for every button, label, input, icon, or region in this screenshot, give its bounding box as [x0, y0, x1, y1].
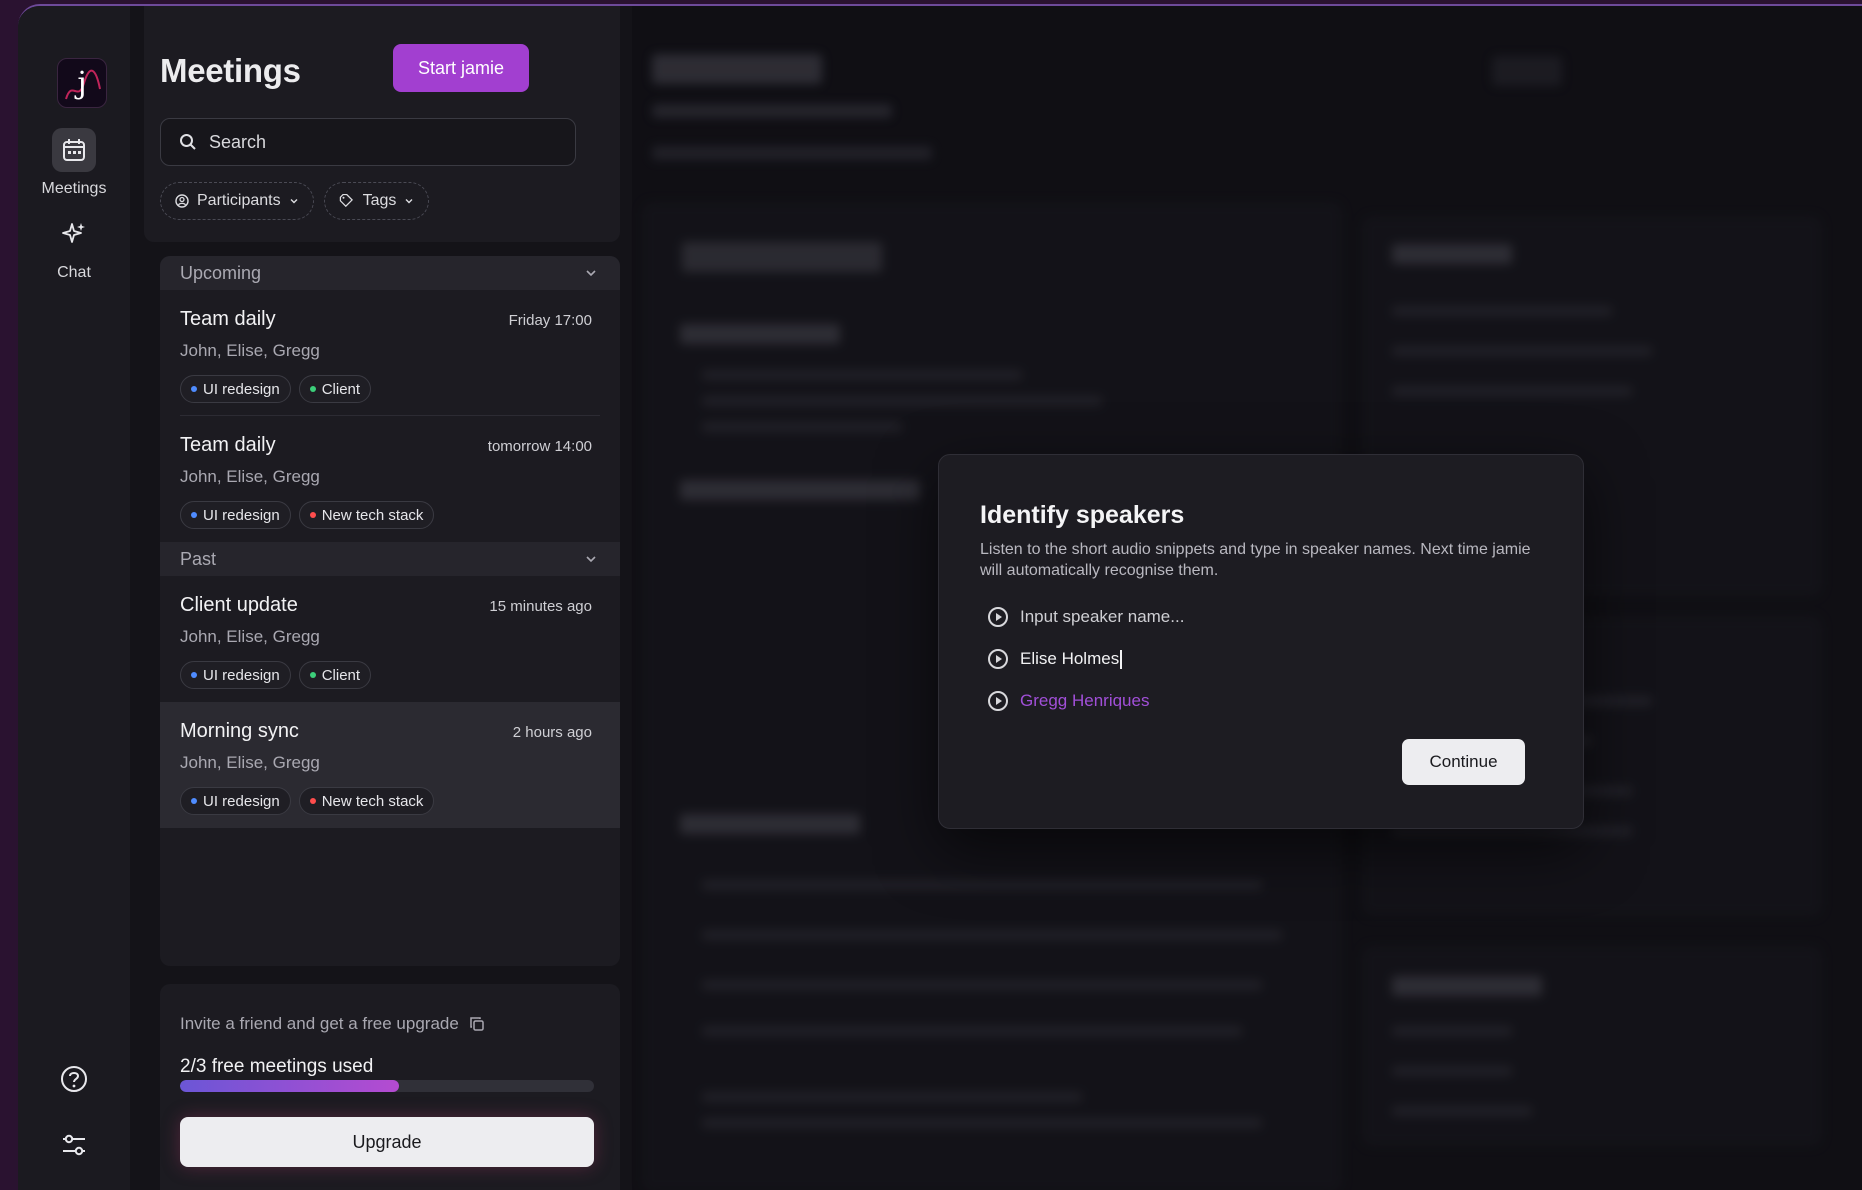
meeting-participants: John, Elise, Gregg [180, 341, 320, 360]
dialog-title: Identify speakers [980, 501, 1185, 529]
meeting-time: 2 hours ago [512, 724, 592, 741]
speaker-row: Gregg Henriques [988, 691, 1149, 711]
speaker-name-input[interactable]: Input speaker name... [1020, 607, 1184, 627]
page-title: Meetings [160, 52, 301, 89]
meeting-time: Friday 17:00 [508, 312, 592, 329]
meeting-participants: John, Elise, Gregg [180, 627, 320, 646]
meetings-panel-header: Meetings Start jamie Search Participants… [144, 6, 620, 242]
chevron-down-icon [586, 556, 596, 563]
search-input[interactable]: Search [160, 118, 576, 166]
invite-link[interactable]: Invite a friend and get a free upgrade [180, 1014, 485, 1034]
tag-label: New tech stack [321, 506, 424, 524]
section-label: Past [180, 548, 217, 569]
section-header-past[interactable]: Past [160, 542, 620, 576]
usage-progress-bar [180, 1080, 594, 1092]
speaker-name-input[interactable]: Elise Holmes [1020, 649, 1123, 670]
upgrade-card: Invite a friend and get a free upgrade 2… [160, 984, 620, 1190]
participants-filter[interactable]: Participants [160, 182, 314, 220]
tag-label: UI redesign [203, 666, 280, 684]
usage-text: 2/3 free meetings used [180, 1056, 374, 1077]
copy-icon [470, 1017, 484, 1031]
tag-badge[interactable]: Client [298, 661, 372, 689]
filter-bar: Participants Tags [160, 182, 430, 220]
tag-icon [339, 194, 353, 208]
tag-badge[interactable]: UI redesign [180, 661, 291, 689]
play-icon[interactable] [988, 607, 1008, 627]
invite-text: Invite a friend and get a free upgrade [180, 1014, 459, 1033]
chevron-down-icon [405, 199, 413, 204]
left-rail: j Meetings Chat [18, 6, 130, 1190]
settings-button[interactable] [18, 1130, 130, 1160]
meeting-item[interactable]: Client update 15 minutes ago John, Elise… [160, 576, 620, 702]
speaker-name-input[interactable]: Gregg Henriques [1020, 691, 1149, 711]
rail-item-chat[interactable]: Chat [18, 212, 130, 282]
play-icon[interactable] [988, 691, 1008, 711]
meeting-participants: John, Elise, Gregg [180, 467, 320, 486]
start-jamie-button[interactable]: Start jamie [393, 44, 529, 92]
meeting-time: 15 minutes ago [489, 598, 592, 615]
tag-badge[interactable]: New tech stack [298, 501, 435, 529]
sparkle-icon [52, 212, 96, 256]
tag-label: UI redesign [203, 792, 280, 810]
tag-badge[interactable]: UI redesign [180, 787, 291, 815]
chevron-down-icon [586, 270, 596, 277]
tag-dot [191, 512, 197, 518]
identify-speakers-dialog: Identify speakers Listen to the short au… [938, 454, 1584, 829]
logo-letter: j [77, 65, 87, 101]
tag-badge[interactable]: UI redesign [180, 501, 291, 529]
filter-label: Tags [362, 192, 397, 209]
speaker-row: Input speaker name... [988, 607, 1184, 627]
tag-label: UI redesign [203, 506, 280, 524]
tag-dot [191, 672, 197, 678]
person-circle-icon [175, 194, 189, 208]
section-label: Upcoming [180, 262, 262, 283]
speaker-name-value: Elise Holmes [1020, 649, 1120, 668]
help-icon [61, 1066, 87, 1092]
search-placeholder: Search [209, 131, 267, 152]
meeting-item-selected[interactable]: Morning sync 2 hours ago John, Elise, Gr… [160, 702, 620, 828]
continue-button[interactable]: Continue [1402, 739, 1525, 785]
meeting-time: tomorrow 14:00 [487, 438, 592, 455]
play-icon[interactable] [988, 649, 1008, 669]
chevron-down-icon [290, 199, 298, 204]
calendar-icon [52, 128, 96, 172]
tag-label: Client [321, 380, 361, 398]
rail-item-meetings[interactable]: Meetings [18, 128, 130, 198]
search-icon [180, 134, 196, 150]
tag-dot [309, 386, 316, 392]
tag-dot [309, 512, 316, 518]
tag-badge[interactable]: UI redesign [180, 375, 291, 403]
tag-dot [191, 386, 197, 392]
filter-label: Participants [197, 192, 281, 209]
tags-filter[interactable]: Tags [323, 182, 430, 220]
tag-dot [309, 672, 316, 678]
tag-label: UI redesign [203, 380, 280, 398]
rail-item-label: Chat [57, 264, 91, 281]
text-caret [1120, 650, 1123, 670]
tag-dot [191, 798, 197, 804]
tag-badge[interactable]: Client [298, 375, 372, 403]
meeting-participants: John, Elise, Gregg [180, 753, 320, 772]
tag-dot [309, 798, 316, 804]
usage-progress-fill [180, 1080, 400, 1092]
tag-badge[interactable]: New tech stack [298, 787, 435, 815]
tag-label: Client [321, 666, 361, 684]
upgrade-button[interactable]: Upgrade [180, 1117, 594, 1167]
section-header-upcoming[interactable]: Upcoming [160, 256, 620, 290]
settings-sliders-icon [63, 1134, 85, 1156]
meetings-panel: Meetings Start jamie Search Participants… [144, 6, 620, 1190]
rail-item-label: Meetings [41, 180, 107, 197]
help-button[interactable] [18, 1064, 130, 1094]
meeting-list: Upcoming Team daily Friday 17:00 John, E… [160, 256, 620, 966]
speaker-row: Elise Holmes [988, 649, 1123, 670]
dialog-description: Listen to the short audio snippets and t… [980, 541, 1531, 579]
meeting-item[interactable]: Team daily Friday 17:00 John, Elise, Gre… [160, 290, 620, 416]
app-window: j Meetings Chat Meetings Start jamie Sea… [18, 4, 1862, 1190]
tag-label: New tech stack [321, 792, 424, 810]
meeting-item[interactable]: Team daily tomorrow 14:00 John, Elise, G… [160, 416, 620, 542]
app-logo[interactable]: j [57, 58, 107, 108]
